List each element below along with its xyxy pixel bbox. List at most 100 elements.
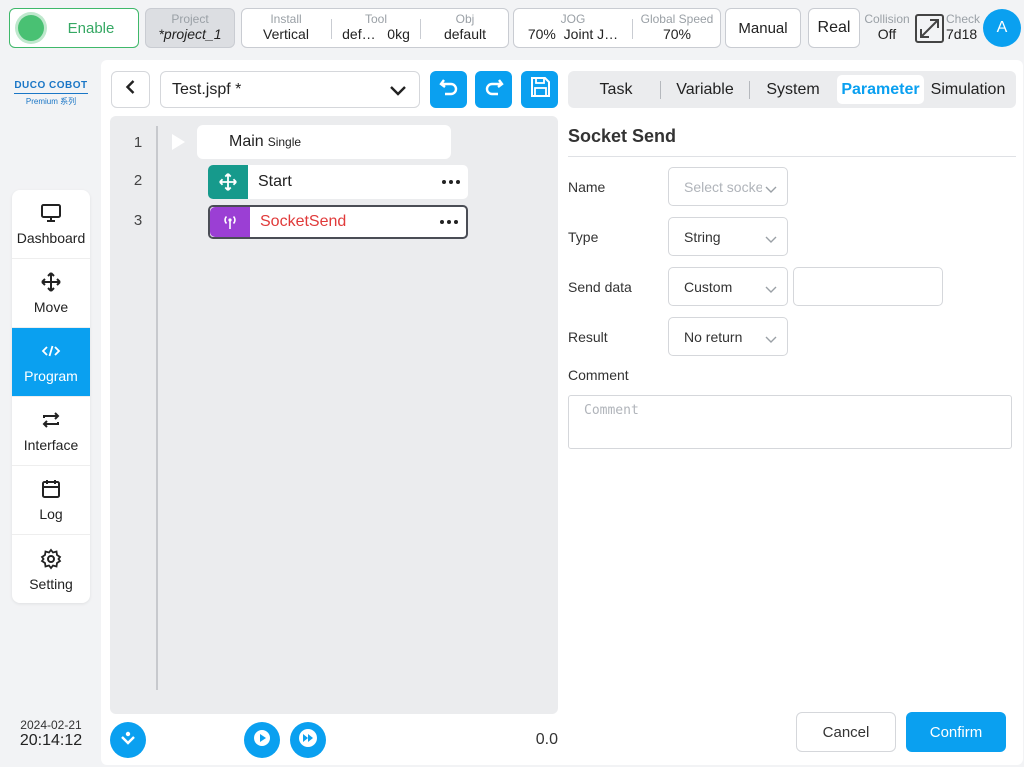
sidebar-item-label: Move — [33, 299, 69, 315]
move-icon — [40, 271, 62, 293]
tab-variable[interactable]: Variable — [661, 75, 749, 104]
node-label: SocketSend — [260, 213, 347, 230]
sidebar-item-setting[interactable]: Setting — [12, 535, 90, 603]
send-data-select[interactable]: Custom — [668, 267, 788, 306]
program-file-select[interactable]: Test.jspf * — [160, 71, 420, 108]
jog-cell[interactable]: JOG 70% Joint J… — [514, 9, 632, 47]
install-cell[interactable]: Install Vertical — [242, 9, 330, 47]
confirm-button[interactable]: Confirm — [906, 712, 1006, 752]
chevron-down-icon — [765, 281, 777, 297]
redo-button[interactable] — [475, 71, 512, 108]
sidebar-item-label: Dashboard — [16, 230, 86, 246]
name-select[interactable]: Select socket — [668, 167, 788, 206]
sidebar-item-log[interactable]: Log — [12, 466, 90, 535]
line-number: 3 — [133, 212, 143, 229]
save-button[interactable] — [521, 71, 558, 108]
type-select[interactable]: String — [668, 217, 788, 256]
sidebar-item-label: Setting — [29, 575, 73, 592]
sidebar-item-program[interactable]: Program — [12, 328, 90, 397]
expand-icon[interactable] — [915, 14, 944, 43]
type-label: Type — [568, 229, 599, 245]
install-key: Install — [270, 12, 302, 26]
antenna-icon — [210, 207, 250, 237]
result-label: Result — [568, 329, 608, 345]
sidebar-item-dashboard[interactable]: Dashboard — [12, 190, 90, 259]
tree-node-start[interactable]: Start — [208, 165, 468, 199]
send-data-label: Send data — [568, 279, 632, 295]
send-data-value: Custom — [684, 278, 733, 295]
check-status[interactable]: Check 7d18 — [946, 12, 986, 43]
project-value: *project_1 — [158, 26, 222, 42]
sidebar-item-move[interactable]: Move — [12, 259, 90, 328]
system-clock: 2024-02-21 20:14:12 — [8, 718, 94, 750]
tool-weight: 0kg — [387, 26, 410, 42]
monitor-icon — [40, 202, 62, 224]
jog-key: JOG — [560, 12, 586, 26]
calendar-icon — [40, 478, 62, 500]
tree-node-main[interactable]: Main Single — [197, 125, 451, 159]
play-button[interactable] — [244, 722, 280, 758]
comment-textarea[interactable]: Comment — [568, 395, 1012, 449]
collision-status[interactable]: Collision Off — [864, 12, 910, 43]
tool-cell[interactable]: Tool def… 0kg — [332, 9, 420, 47]
manual-mode-button[interactable]: Manual — [725, 8, 801, 48]
jog-speed-panel[interactable]: JOG 70% Joint J… Global Speed 70% — [513, 8, 721, 48]
fast-forward-button[interactable] — [290, 722, 326, 758]
check-key: Check — [946, 12, 981, 26]
tab-task[interactable]: Task — [572, 75, 660, 104]
file-name: Test.jspf * — [172, 80, 242, 98]
swap-icon — [40, 409, 62, 431]
date-text: 2024-02-21 — [20, 718, 82, 732]
name-label: Name — [568, 179, 606, 195]
comment-placeholder: Comment — [584, 403, 639, 418]
enable-label: Enable — [67, 19, 115, 37]
panel-tabs: Task Variable System Parameter Simulatio… — [568, 71, 1016, 108]
send-data-input[interactable] — [793, 267, 943, 306]
tab-simulation[interactable]: Simulation — [926, 75, 1010, 104]
time-text: 20:14:12 — [19, 732, 83, 749]
collision-value: Off — [877, 26, 897, 42]
result-select[interactable]: No return — [668, 317, 788, 356]
redo-icon — [483, 76, 505, 103]
install-tool-obj-panel[interactable]: Install Vertical Tool def… 0kg Obj defau… — [241, 8, 509, 48]
more-icon[interactable] — [434, 180, 468, 184]
obj-value: default — [443, 26, 487, 42]
chevron-down-icon — [762, 181, 777, 197]
collision-key: Collision — [864, 12, 910, 26]
avatar[interactable]: A — [983, 9, 1021, 47]
name-placeholder: Select socket — [684, 178, 768, 195]
enable-button[interactable]: Enable — [9, 8, 139, 48]
tab-system[interactable]: System — [750, 75, 836, 104]
check-value: 7d18 — [946, 26, 978, 42]
type-value: String — [684, 228, 721, 245]
real-mode-button[interactable]: Real — [808, 8, 860, 48]
install-value: Vertical — [263, 26, 309, 42]
play-marker-icon — [172, 134, 185, 150]
chevron-down-icon — [765, 231, 777, 247]
top-bar: Enable Project *project_1 Install Vertic… — [0, 0, 1024, 58]
run-progress-value: 0.0 — [535, 731, 558, 748]
sidebar-item-label: Interface — [23, 437, 79, 453]
node-label: Main — [229, 133, 264, 150]
brand-logo: DUCO COBOT Premium 系列 — [14, 80, 88, 107]
project-selector[interactable]: Project *project_1 — [145, 8, 235, 48]
tool-name: def… — [342, 26, 376, 42]
move-icon — [208, 165, 248, 199]
sidebar-item-interface[interactable]: Interface — [12, 397, 90, 466]
tab-parameter[interactable]: Parameter — [837, 75, 924, 104]
tree-node-socketsend[interactable]: SocketSend — [208, 205, 468, 239]
sidebar-item-label: Log — [39, 506, 63, 522]
global-speed-cell[interactable]: Global Speed 70% — [633, 9, 721, 47]
gear-icon — [40, 548, 62, 570]
back-button[interactable] — [111, 71, 150, 108]
undo-button[interactable] — [430, 71, 467, 108]
cancel-button[interactable]: Cancel — [796, 712, 896, 752]
form-title: Socket Send — [568, 126, 677, 146]
more-icon[interactable] — [432, 220, 466, 224]
step-down-button[interactable] — [110, 722, 146, 758]
jog-mode: Joint J… — [563, 26, 619, 42]
divider — [568, 156, 1016, 157]
line-number: 2 — [133, 172, 143, 189]
obj-cell[interactable]: Obj default — [421, 9, 509, 47]
comment-label: Comment — [568, 367, 629, 383]
